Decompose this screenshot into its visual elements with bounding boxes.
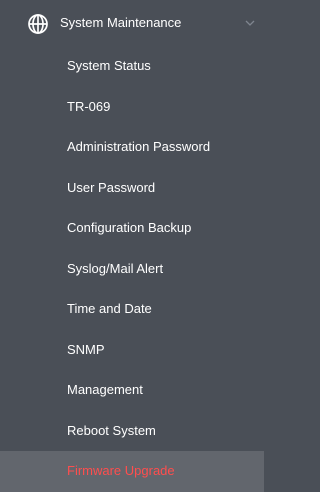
menu-item-time-and-date[interactable]: Time and Date	[0, 289, 264, 330]
globe-icon	[26, 12, 50, 36]
menu-item-syslog-mail-alert[interactable]: Syslog/Mail Alert	[0, 249, 264, 290]
menu-section-label: System Maintenance	[60, 15, 182, 30]
menu-item-snmp[interactable]: SNMP	[0, 330, 264, 371]
menu-item-configuration-backup[interactable]: Configuration Backup	[0, 208, 264, 249]
menu-item-system-status[interactable]: System Status	[0, 46, 264, 87]
menu-item-reboot-system[interactable]: Reboot System	[0, 411, 264, 452]
menu-item-firmware-upgrade[interactable]: Firmware Upgrade	[0, 451, 264, 492]
submenu-list: System Status TR-069 Administration Pass…	[0, 46, 264, 492]
menu-item-management[interactable]: Management	[0, 370, 264, 411]
menu-item-tr-069[interactable]: TR-069	[0, 87, 264, 128]
chevron-down-icon[interactable]	[244, 17, 256, 29]
menu-item-administration-password[interactable]: Administration Password	[0, 127, 264, 168]
sidebar-menu: System Maintenance System Status TR-069 …	[0, 0, 264, 492]
menu-item-user-password[interactable]: User Password	[0, 168, 264, 209]
menu-section-system-maintenance[interactable]: System Maintenance	[0, 0, 264, 46]
